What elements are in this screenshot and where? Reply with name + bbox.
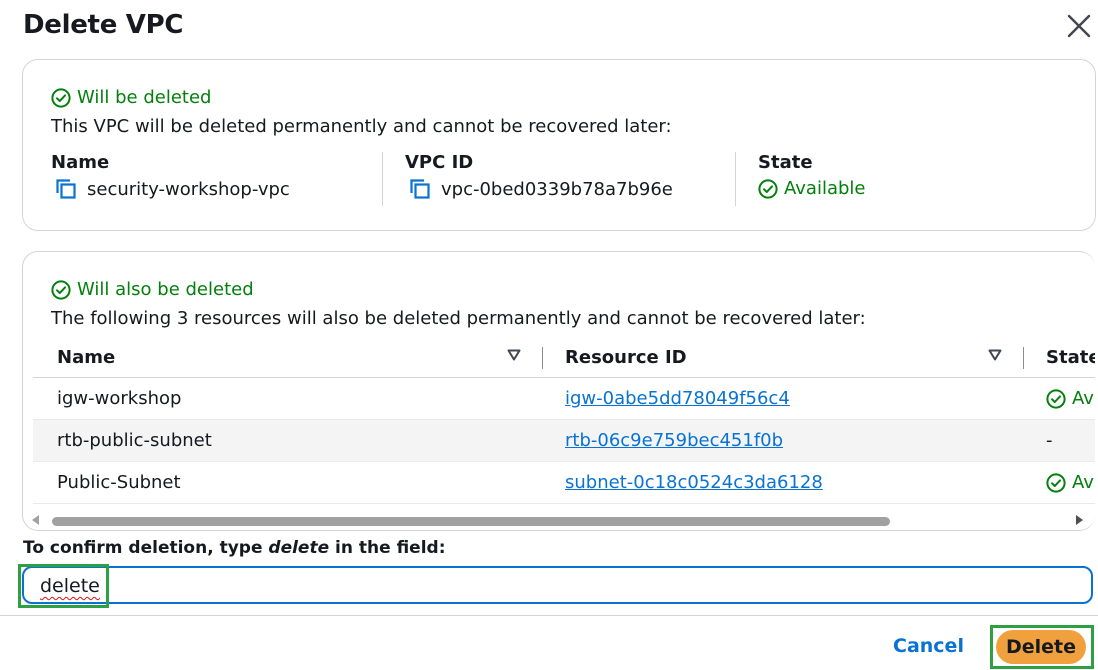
state-text: Ava — [1072, 388, 1095, 409]
check-circle-icon — [1046, 472, 1066, 493]
state-field: State Available — [758, 152, 865, 199]
copy-icon[interactable] — [55, 178, 77, 200]
sort-caret-icon[interactable] — [988, 349, 1002, 361]
resource-name: rtb-public-subnet — [33, 419, 543, 462]
column-header-name[interactable]: Name — [33, 337, 543, 378]
vpc-details-card: Will be deleted This VPC will be deleted… — [22, 59, 1096, 231]
status-text: Will be deleted — [77, 87, 212, 108]
resources-description: The following 3 resources will also be d… — [51, 308, 866, 329]
horizontal-scrollbar[interactable] — [32, 514, 1083, 526]
close-icon[interactable] — [1066, 13, 1092, 39]
field-divider — [382, 152, 383, 206]
confirm-input[interactable] — [22, 566, 1093, 604]
highlight-box — [990, 625, 1094, 669]
scrollbar-thumb[interactable] — [52, 517, 890, 526]
table-row: rtb-public-subnet rtb-06c9e759bec451f0b … — [33, 419, 1095, 462]
table-row: Public-Subnet subnet-0c18c0524c3da6128 A… — [33, 461, 1095, 504]
vpc-id-field: VPC ID vpc-0bed0339b78a7b96e — [405, 152, 673, 200]
vpc-name-value: security-workshop-vpc — [87, 178, 290, 200]
field-divider — [735, 152, 736, 206]
footer-divider — [0, 615, 1098, 616]
confirm-label-prefix: To confirm deletion, type — [23, 538, 269, 558]
cancel-button[interactable]: Cancel — [893, 635, 964, 657]
resources-card: Will also be deleted The following 3 res… — [22, 251, 1095, 531]
column-label: State — [1046, 346, 1095, 368]
highlight-box — [18, 564, 109, 608]
vpc-id-value: vpc-0bed0339b78a7b96e — [441, 178, 673, 200]
will-be-deleted-status: Will be deleted — [51, 87, 211, 108]
check-circle-icon — [51, 87, 71, 108]
resource-id-link[interactable]: igw-0abe5dd78049f56c4 — [565, 388, 790, 409]
resource-state: - — [1024, 419, 1095, 462]
resource-state: Ava — [1046, 388, 1095, 409]
column-label: Name — [57, 346, 116, 368]
state-label: State — [758, 152, 813, 173]
confirm-label-keyword: delete — [268, 538, 330, 558]
name-field: Name security-workshop-vpc — [51, 152, 290, 200]
resource-id-link[interactable]: subnet-0c18c0524c3da6128 — [565, 472, 823, 493]
sort-caret-icon[interactable] — [507, 349, 521, 361]
resource-state: Ava — [1046, 472, 1095, 493]
status-text: Will also be deleted — [77, 279, 254, 300]
resource-id-link[interactable]: rtb-06c9e759bec451f0b — [565, 430, 783, 451]
column-header-state[interactable]: State — [1024, 337, 1095, 378]
name-label: Name — [51, 152, 110, 173]
vpc-id-label: VPC ID — [405, 152, 474, 173]
will-also-be-deleted-status: Will also be deleted — [51, 279, 254, 300]
check-circle-icon — [51, 279, 71, 300]
resource-name: Public-Subnet — [33, 461, 543, 504]
confirm-label-suffix: in the field: — [329, 538, 446, 558]
copy-icon[interactable] — [409, 178, 431, 200]
state-value: Available — [758, 178, 865, 199]
column-label: Resource ID — [565, 346, 687, 368]
state-text: Available — [784, 178, 866, 199]
scroll-left-icon[interactable] — [32, 515, 40, 525]
column-header-resource-id[interactable]: Resource ID — [543, 337, 1024, 378]
scroll-right-icon[interactable] — [1075, 515, 1083, 525]
table-header-row: Name Resource ID State — [33, 337, 1095, 378]
confirm-label: To confirm deletion, type delete in the … — [23, 538, 446, 558]
state-text: Ava — [1072, 472, 1095, 493]
page-title: Delete VPC — [23, 10, 184, 40]
check-circle-icon — [758, 178, 778, 199]
resources-table: Name Resource ID State — [33, 337, 1095, 504]
check-circle-icon — [1046, 388, 1066, 409]
vpc-description: This VPC will be deleted permanently and… — [51, 116, 672, 137]
resource-name: igw-workshop — [33, 377, 543, 420]
table-row: igw-workshop igw-0abe5dd78049f56c4 Ava — [33, 377, 1095, 420]
